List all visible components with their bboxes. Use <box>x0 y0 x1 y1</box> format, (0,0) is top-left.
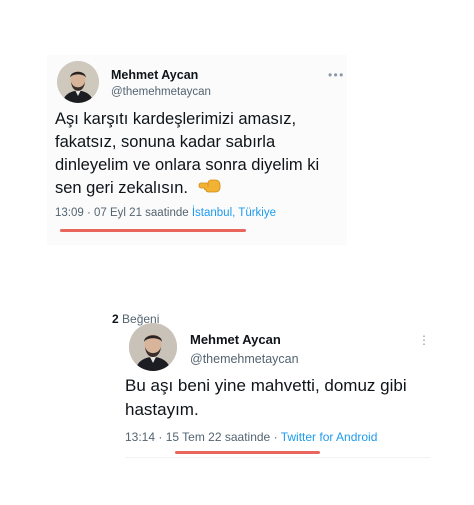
pointing-hand-left-icon <box>197 177 221 200</box>
tweet-meta: 13:14 · 15 Tem 22 saatinde · Twitter for… <box>125 430 377 444</box>
tweet-text: Aşı karşıtı kardeşlerimizi amasız, fakat… <box>55 108 345 200</box>
highlight-underline <box>175 451 320 454</box>
tweet-text: Bu aşı beni yine mahvetti, domuz gibi ha… <box>125 376 407 419</box>
author-handle[interactable]: @themehmetaycan <box>190 352 299 366</box>
divider <box>125 457 430 458</box>
tweet-card-2[interactable]: Mehmet Aycan @themehmetaycan ⋮ Bu aşı be… <box>112 312 432 492</box>
author-name[interactable]: Mehmet Aycan <box>190 332 281 347</box>
tweet-time[interactable]: 13:14 <box>125 430 155 444</box>
avatar[interactable] <box>57 61 99 103</box>
tweet-source-link[interactable]: Twitter for Android <box>281 430 378 444</box>
tweet-meta: 13:09 · 07 Eyl 21 saatinde İstanbul, Tür… <box>55 207 276 219</box>
tweet-text-content: Aşı karşıtı kardeşlerimizi amasız, fakat… <box>55 110 320 197</box>
tweet-date[interactable]: 07 Eyl 21 saatinde <box>94 207 189 219</box>
more-options-icon[interactable]: • • • <box>328 69 343 81</box>
more-options-icon[interactable]: ⋮ <box>418 334 430 346</box>
avatar-portrait-icon <box>129 323 177 371</box>
tweet-location-link[interactable]: İstanbul, Türkiye <box>192 207 276 219</box>
tweet-time[interactable]: 13:09 <box>55 207 84 219</box>
author-handle[interactable]: @themehmetaycan <box>111 86 211 98</box>
meta-separator: · <box>270 430 281 444</box>
highlight-underline <box>60 229 246 232</box>
avatar[interactable] <box>129 323 177 371</box>
tweet-date[interactable]: 15 Tem 22 saatinde <box>166 430 271 444</box>
meta-separator: · <box>83 207 95 219</box>
avatar-portrait-icon <box>57 61 99 103</box>
meta-separator: · <box>155 430 166 444</box>
tweet-card-1[interactable]: Mehmet Aycan @themehmetaycan • • • Aşı k… <box>47 55 347 245</box>
likes-number: 2 <box>112 312 119 326</box>
author-name[interactable]: Mehmet Aycan <box>111 68 198 82</box>
